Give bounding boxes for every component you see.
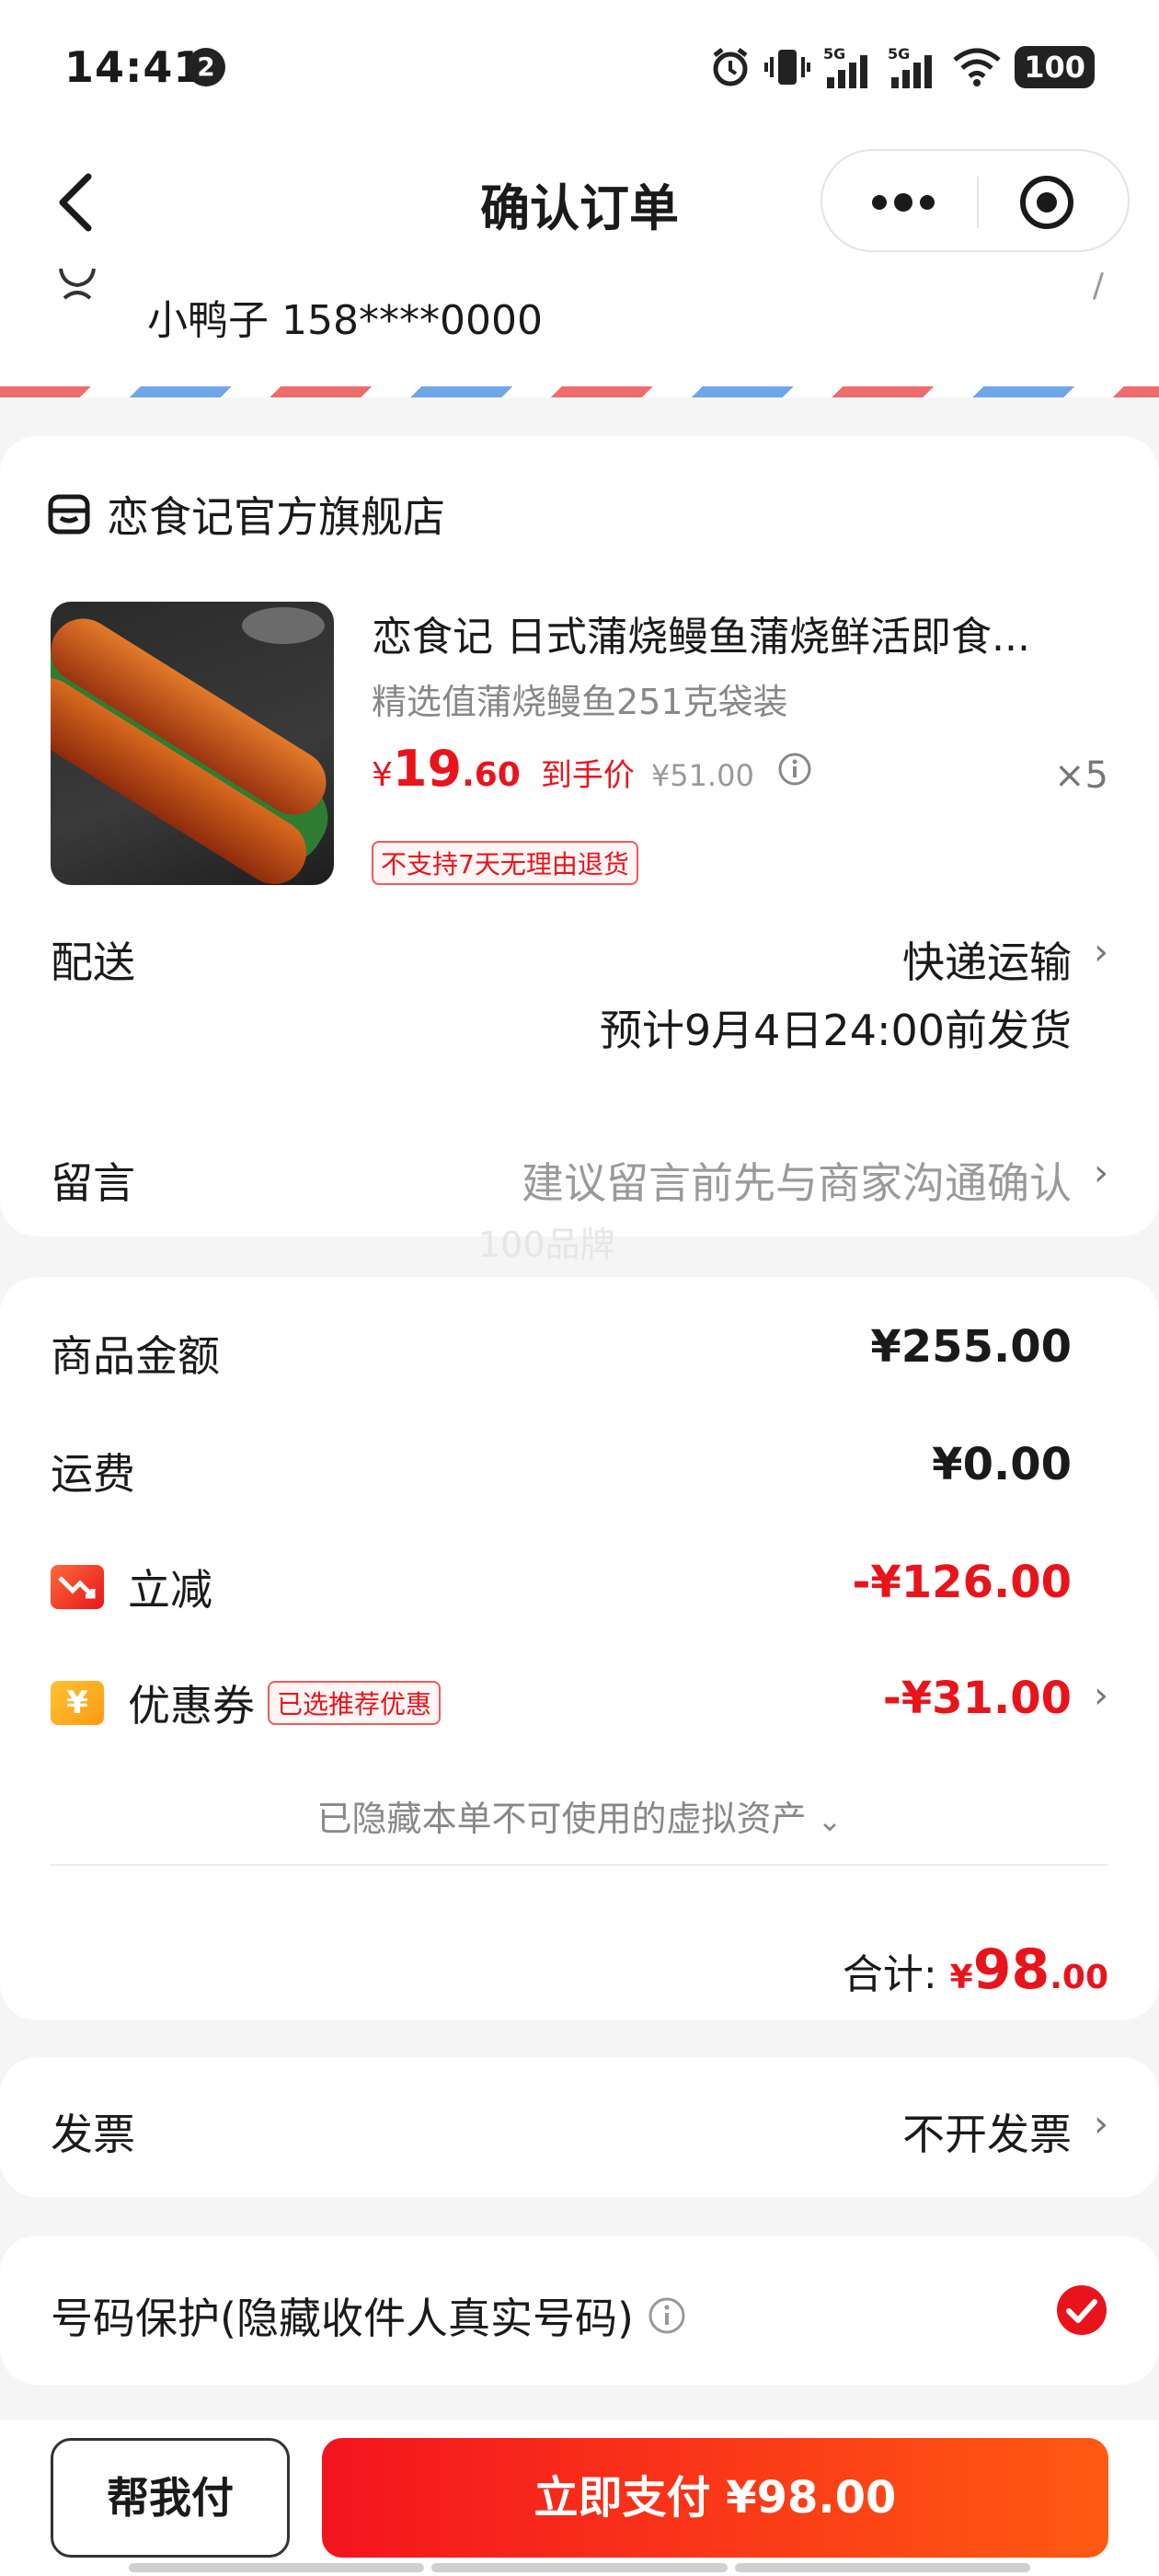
- watermark-text: 100品牌: [478, 1225, 615, 1265]
- chevron-down-icon: ⌄: [817, 1803, 843, 1838]
- discount-icon: [51, 1565, 104, 1609]
- coupon-label: 优惠券: [128, 1681, 255, 1731]
- invoice-card[interactable]: 发票 不开发票 ›: [0, 2057, 1159, 2197]
- status-time: 14:41: [64, 42, 204, 92]
- discount-value: -¥126.00: [852, 1557, 1072, 1608]
- total-row: 合计: ¥ 98 .00: [843, 1938, 1108, 2002]
- product-quantity: ×5: [1054, 754, 1108, 797]
- notification-badge: 2: [187, 48, 225, 86]
- price-summary-card: 商品金额 ¥255.00 运费 ¥0.00 立减 -¥126.00 ¥ 优惠券 …: [0, 1277, 1159, 2020]
- shipping-label: 运费: [51, 1449, 135, 1499]
- signal-5g-icon-2: 5G: [888, 45, 933, 88]
- nav-bar: 确认订单: [0, 138, 1159, 267]
- network-label-1: 5G: [823, 45, 845, 63]
- no-return-tag: 不支持7天无理由退货: [372, 841, 638, 885]
- invoice-label: 发票: [51, 2110, 135, 2159]
- alarm-icon: [713, 48, 748, 86]
- plate-shape: [242, 607, 325, 644]
- total-decimal: .00: [1050, 1959, 1108, 1996]
- product-image[interactable]: [51, 602, 334, 885]
- original-price: ¥51.00: [650, 758, 754, 793]
- shop-card: 恋食记官方旗舰店 恋食记 日式蒲烧鳗鱼蒲烧鲜活即食... 精选值蒲烧鳗鱼251克…: [0, 436, 1159, 1236]
- coupon-row[interactable]: ¥ 优惠券 已选推荐优惠: [51, 1673, 442, 1733]
- hidden-assets-toggle[interactable]: 已隐藏本单不可使用的虚拟资产 ⌄: [0, 1790, 1159, 1841]
- coupon-value[interactable]: -¥31.00: [883, 1673, 1072, 1724]
- price-decimal: .60: [462, 756, 521, 794]
- delivery-chevron-icon[interactable]: ›: [1094, 931, 1108, 973]
- invoice-chevron-icon[interactable]: ›: [1094, 2103, 1108, 2145]
- info-icon[interactable]: [776, 751, 813, 788]
- bottom-action-bar: 帮我付 立即支付 ¥98.00: [0, 2420, 1159, 2576]
- status-icons: 5G 5G 100: [709, 44, 1095, 90]
- shop-header[interactable]: 恋食记官方旗舰店: [48, 484, 445, 545]
- mini-program-capsule: [820, 149, 1130, 252]
- coupon-icon: ¥: [51, 1681, 104, 1725]
- vibrate-icon: [764, 50, 811, 85]
- shop-name: 恋食记官方旗舰店: [107, 492, 445, 542]
- address-section[interactable]: 小鸭子 158****0000 /: [0, 267, 1159, 397]
- goods-amount-value: ¥255.00: [870, 1321, 1072, 1373]
- hidden-assets-text: 已隐藏本单不可使用的虚拟资产: [316, 1799, 807, 1839]
- delivery-method[interactable]: 快递运输: [902, 929, 1072, 990]
- delivery-estimate: 预计9月4日24:00前发货: [599, 1006, 1072, 1055]
- goods-amount-label: 商品金额: [51, 1331, 220, 1381]
- shipping-value: ¥0.00: [932, 1439, 1072, 1490]
- product-price-row: ¥ 19 .60 到手价 ¥51.00: [372, 740, 813, 798]
- product-title[interactable]: 恋食记 日式蒲烧鳗鱼蒲烧鲜活即食...: [372, 604, 1089, 662]
- privacy-label: 号码保护(隐藏收件人真实号码): [51, 2294, 634, 2343]
- message-chevron-icon[interactable]: ›: [1094, 1152, 1108, 1194]
- discount-row: 立减: [51, 1557, 212, 1617]
- final-price-label: 到手价: [540, 757, 635, 794]
- battery-icon: 100: [1015, 46, 1095, 88]
- summary-divider: [51, 1864, 1108, 1866]
- privacy-info-icon[interactable]: [647, 2295, 687, 2336]
- message-label: 留言: [51, 1158, 135, 1208]
- product-spec: 精选值蒲烧鳗鱼251克袋装: [372, 682, 788, 722]
- invoice-value[interactable]: 不开发票: [902, 2101, 1072, 2162]
- order-confirm-page: 14:41 2 5G 5G 100 确认订单 小鸭子 158****0000 /…: [0, 0, 1159, 2576]
- more-icon[interactable]: [866, 186, 940, 219]
- network-label-2: 5G: [888, 45, 910, 63]
- message-input[interactable]: 建议留言前先与商家沟通确认: [522, 1150, 1072, 1211]
- user-icon: [59, 268, 96, 300]
- discount-label: 立减: [128, 1565, 212, 1615]
- pay-now-button[interactable]: 立即支付 ¥98.00: [322, 2438, 1108, 2558]
- delivery-label: 配送: [51, 937, 135, 987]
- coupon-recommended-tag: 已选推荐优惠: [268, 1681, 442, 1725]
- privacy-row: 号码保护(隐藏收件人真实号码): [51, 2285, 687, 2346]
- wifi-icon: [953, 48, 1001, 86]
- signal-5g-icon: 5G: [823, 45, 868, 88]
- status-bar: 14:41 2 5G 5G 100: [0, 0, 1159, 138]
- privacy-card: 号码保护(隐藏收件人真实号码): [0, 2236, 1159, 2385]
- total-label: 合计:: [842, 1951, 937, 1998]
- privacy-checkbox[interactable]: [1055, 2283, 1108, 2337]
- address-arrow-icon: /: [1092, 267, 1104, 305]
- total-integer: 98: [972, 1938, 1050, 2002]
- airmail-border: [0, 386, 1159, 397]
- coupon-chevron-icon[interactable]: ›: [1094, 1674, 1108, 1717]
- total-symbol: ¥: [949, 1959, 973, 1996]
- home-indicator: [129, 2563, 1030, 2572]
- help-pay-button[interactable]: 帮我付: [51, 2438, 290, 2558]
- price-integer: 19: [392, 740, 463, 798]
- price-symbol: ¥: [372, 756, 393, 794]
- capsule-divider: [977, 177, 979, 228]
- close-mini-program-icon[interactable]: [1017, 173, 1076, 232]
- recipient-name-phone: 小鸭子 158****0000: [147, 297, 543, 344]
- store-icon: [48, 494, 90, 535]
